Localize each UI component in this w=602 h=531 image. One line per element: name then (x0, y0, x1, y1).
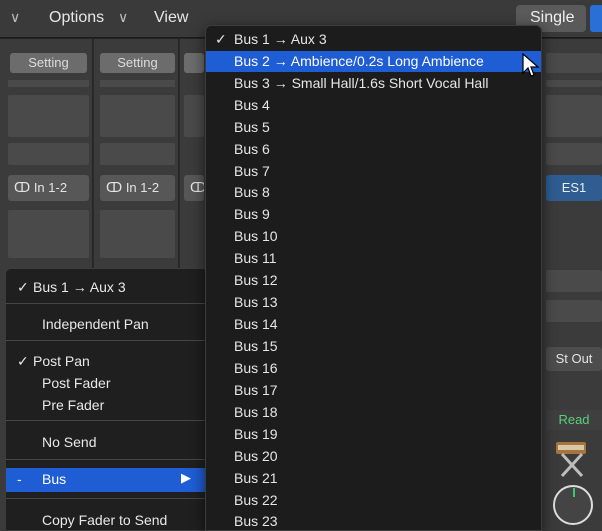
send-slot[interactable] (546, 270, 602, 292)
input-label: In 1-2 (125, 180, 160, 195)
menu-divider (6, 303, 207, 304)
bus-item[interactable]: Bus 10 (206, 226, 541, 247)
audio-fx-slot[interactable] (100, 210, 175, 258)
menu-item-bus-1-aux-3[interactable]: ✓ Bus 1 → Aux 3 (6, 276, 207, 298)
submenu-arrow-icon: ▶ (181, 470, 191, 485)
checkmark-icon: ✓ (17, 279, 29, 295)
midi-fx-slot[interactable] (8, 95, 89, 137)
menu-prefix: - (17, 471, 22, 487)
menu-item-post-fader[interactable]: Post Fader (6, 372, 207, 394)
bus-item[interactable]: Bus 8 (206, 182, 541, 203)
bus-item[interactable]: Bus 20 (206, 446, 541, 467)
bus-item[interactable]: Bus 9 (206, 204, 541, 225)
mouse-pointer-icon (522, 53, 540, 77)
eq-slot[interactable] (100, 80, 175, 87)
menu-item-copy-fader-to-send[interactable]: Copy Fader to Send (6, 509, 207, 531)
checkmark-icon: ✓ (215, 31, 227, 47)
chevron-down-icon[interactable]: ∨ (118, 9, 128, 26)
bus-item[interactable]: Bus 7 (206, 161, 541, 182)
checkmark-icon: ✓ (17, 353, 29, 369)
menu-item-independent-pan[interactable]: Independent Pan (6, 313, 207, 335)
bus-item[interactable]: Bus 14 (206, 314, 541, 335)
send-slot[interactable] (546, 300, 602, 322)
bus-submenu: ✓ Bus 1 → Aux 3 Bus 2 → Ambience/0.2s Lon… (205, 25, 542, 531)
stereo-link-icon: ↀ (190, 180, 204, 195)
audio-fx-slot[interactable] (546, 143, 602, 165)
midi-fx-slot[interactable] (546, 95, 602, 137)
output-button[interactable]: St Out (546, 347, 602, 371)
bus-item[interactable]: Bus 11 (206, 248, 541, 269)
pan-knob[interactable] (553, 485, 593, 525)
input-button[interactable]: ↀ (184, 175, 204, 201)
menu-divider (6, 340, 207, 341)
input-button[interactable]: ↀ In 1-2 (100, 175, 175, 201)
chevron-down-icon[interactable]: ∨ (10, 9, 20, 26)
menu-item-post-pan[interactable]: ✓ Post Pan (6, 350, 207, 372)
setting-button[interactable]: Setting (10, 53, 87, 73)
bus-item[interactable]: Bus 15 (206, 336, 541, 357)
bus-item[interactable]: ✓ Bus 1 → Aux 3 (206, 29, 541, 50)
options-menu[interactable]: Options (49, 9, 104, 27)
menu-item-no-send[interactable]: No Send (6, 431, 207, 453)
input-label: In 1-2 (33, 180, 68, 195)
bus-item[interactable]: Bus 5 (206, 117, 541, 138)
bus-item[interactable]: Bus 16 (206, 358, 541, 379)
bus-item[interactable]: Bus 22 (206, 490, 541, 511)
menu-divider (6, 420, 207, 421)
bus-item[interactable]: Bus 2 → Ambience/0.2s Long Ambience (206, 51, 541, 72)
stereo-link-icon: ↀ (14, 180, 34, 195)
view-menu[interactable]: View (154, 9, 188, 27)
eq-slot[interactable] (8, 80, 89, 87)
eq-slot[interactable] (546, 80, 602, 87)
knob-indicator (573, 488, 575, 497)
bus-item[interactable]: Bus 21 (206, 468, 541, 489)
automation-mode[interactable]: Read (546, 410, 602, 430)
synthesizer-icon (556, 442, 586, 478)
setting-button[interactable] (184, 53, 204, 73)
setting-button[interactable]: Setting (100, 53, 175, 73)
menu-divider (6, 498, 207, 499)
menu-item-bus[interactable]: - Bus ▶ (6, 468, 207, 492)
bus-item[interactable]: Bus 3 → Small Hall/1.6s Short Vocal Hall (206, 73, 541, 94)
audio-fx-slot[interactable] (8, 210, 89, 258)
audio-fx-slot[interactable] (8, 143, 89, 165)
input-button[interactable]: ↀ In 1-2 (8, 175, 89, 201)
bus-item[interactable]: Bus 18 (206, 402, 541, 423)
stereo-link-icon: ↀ (106, 180, 126, 195)
instrument-slot[interactable]: ES1 (546, 175, 602, 201)
menu-item-pre-fader[interactable]: Pre Fader (6, 394, 207, 416)
bus-item[interactable]: Bus 4 (206, 95, 541, 116)
view-toggle-button[interactable] (590, 5, 602, 32)
menu-divider (6, 459, 207, 460)
audio-fx-slot[interactable] (100, 143, 175, 165)
bus-item[interactable]: Bus 6 (206, 139, 541, 160)
bus-item[interactable]: Bus 23 (206, 511, 541, 531)
setting-button[interactable] (546, 53, 602, 73)
midi-fx-slot[interactable] (184, 95, 204, 137)
send-context-menu: ✓ Bus 1 → Aux 3 Independent Pan ✓ Post Pan… (5, 268, 208, 531)
bus-item[interactable]: Bus 12 (206, 270, 541, 291)
bus-item[interactable]: Bus 17 (206, 380, 541, 401)
bus-item[interactable]: Bus 13 (206, 292, 541, 313)
bus-item[interactable]: Bus 19 (206, 424, 541, 445)
midi-fx-slot[interactable] (100, 95, 175, 137)
